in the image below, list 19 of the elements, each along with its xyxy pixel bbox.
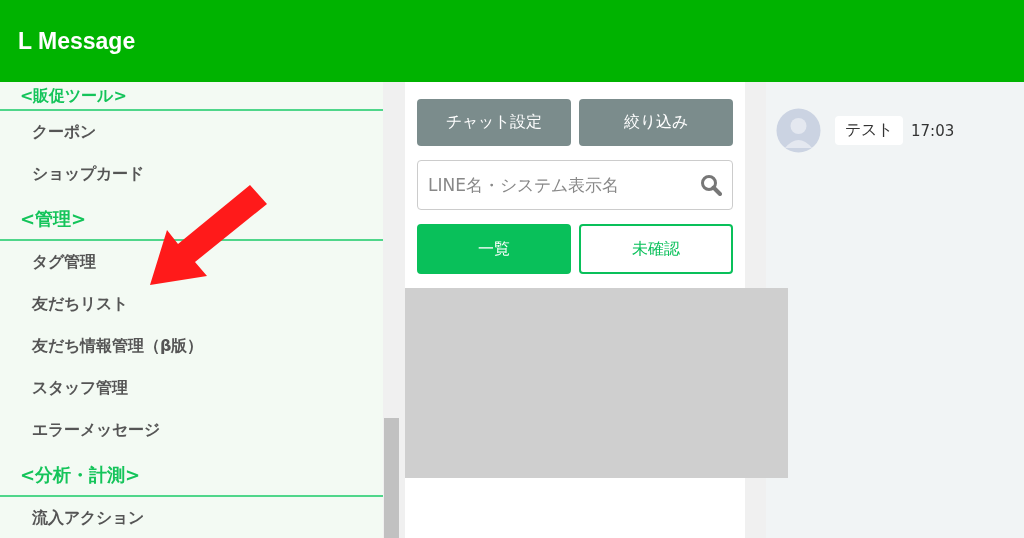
message-time: 17:03 (911, 121, 955, 140)
sidebar-item[interactable]: 友だち情報管理（β版） (0, 325, 383, 367)
search-icon[interactable] (700, 174, 722, 196)
sidebar-item[interactable]: 流入アクション (0, 497, 383, 538)
sidebar-item[interactable]: スタッフ管理 (0, 367, 383, 409)
search-field[interactable]: LINE名・システム表示名 (417, 160, 733, 210)
avatar-icon (776, 108, 821, 153)
scrollbar-thumb[interactable] (384, 418, 399, 538)
sidebar-item[interactable]: クーポン (0, 111, 383, 153)
action-button[interactable]: チャット設定 (417, 99, 571, 146)
scrollbar[interactable] (383, 82, 400, 538)
sidebar-item[interactable]: エラーメッセージ (0, 409, 383, 451)
sidebar-item[interactable]: タグ管理 (0, 241, 383, 283)
sidebar-item[interactable]: 友だちリスト (0, 283, 383, 325)
action-button[interactable]: 絞り込み (579, 99, 733, 146)
section-heading: <販促ツール> (0, 82, 383, 111)
contact-name: テスト (835, 116, 903, 145)
app-title: L Message (18, 27, 136, 55)
sidebar-item[interactable]: ショップカード (0, 153, 383, 195)
